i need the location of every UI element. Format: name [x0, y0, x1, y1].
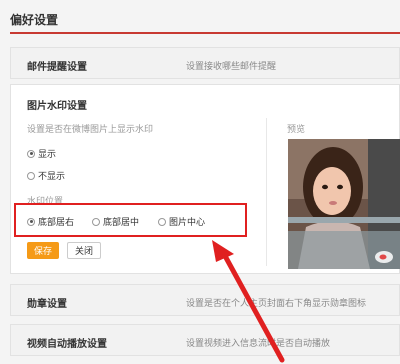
- show-watermark-label: 显示: [38, 150, 57, 160]
- badge-settings-desc: 设置是否在个人主页封面右下角显示勋章图标: [186, 299, 367, 309]
- position-highlight-box: [14, 203, 247, 237]
- email-settings-row[interactable]: 邮件提醒设置 设置接收哪些邮件提醒: [10, 47, 400, 79]
- radio-checked-icon[interactable]: [27, 149, 35, 158]
- title-divider: [10, 32, 400, 34]
- email-settings-label: 邮件提醒设置: [27, 62, 87, 73]
- video-settings-row[interactable]: 视频自动播放设置 设置视频进入信息流时是否自动播放: [10, 324, 400, 356]
- preview-image: [288, 139, 400, 269]
- show-watermark-radio[interactable]: 显示: [27, 147, 56, 160]
- badge-settings-row[interactable]: 勋章设置 设置是否在个人主页封面右下角显示勋章图标: [10, 284, 400, 316]
- video-settings-label: 视频自动播放设置: [27, 339, 107, 350]
- preview-label: 预览: [287, 125, 306, 135]
- video-settings-desc: 设置视频进入信息流时是否自动播放: [186, 339, 331, 349]
- save-button[interactable]: 保存: [27, 242, 59, 259]
- close-button[interactable]: 关闭: [67, 242, 101, 259]
- preview-photo: [288, 139, 400, 269]
- watermark-desc: 设置是否在微博图片上显示水印: [27, 125, 154, 135]
- hide-watermark-label: 不显示: [38, 172, 66, 182]
- badge-settings-label: 勋章设置: [27, 299, 67, 310]
- hide-watermark-radio[interactable]: 不显示: [27, 169, 65, 182]
- page-title: 偏好设置: [10, 13, 59, 27]
- panel-divider: [266, 118, 267, 266]
- email-settings-desc: 设置接收哪些邮件提醒: [186, 62, 277, 72]
- watermark-title: 图片水印设置: [27, 101, 87, 112]
- weibo-watermark-icon: [375, 251, 393, 263]
- radio-unchecked-icon[interactable]: [27, 171, 35, 180]
- watermark-settings-panel: 图片水印设置 设置是否在微博图片上显示水印 显示 不显示 水印位置 底部居右 底…: [10, 84, 400, 274]
